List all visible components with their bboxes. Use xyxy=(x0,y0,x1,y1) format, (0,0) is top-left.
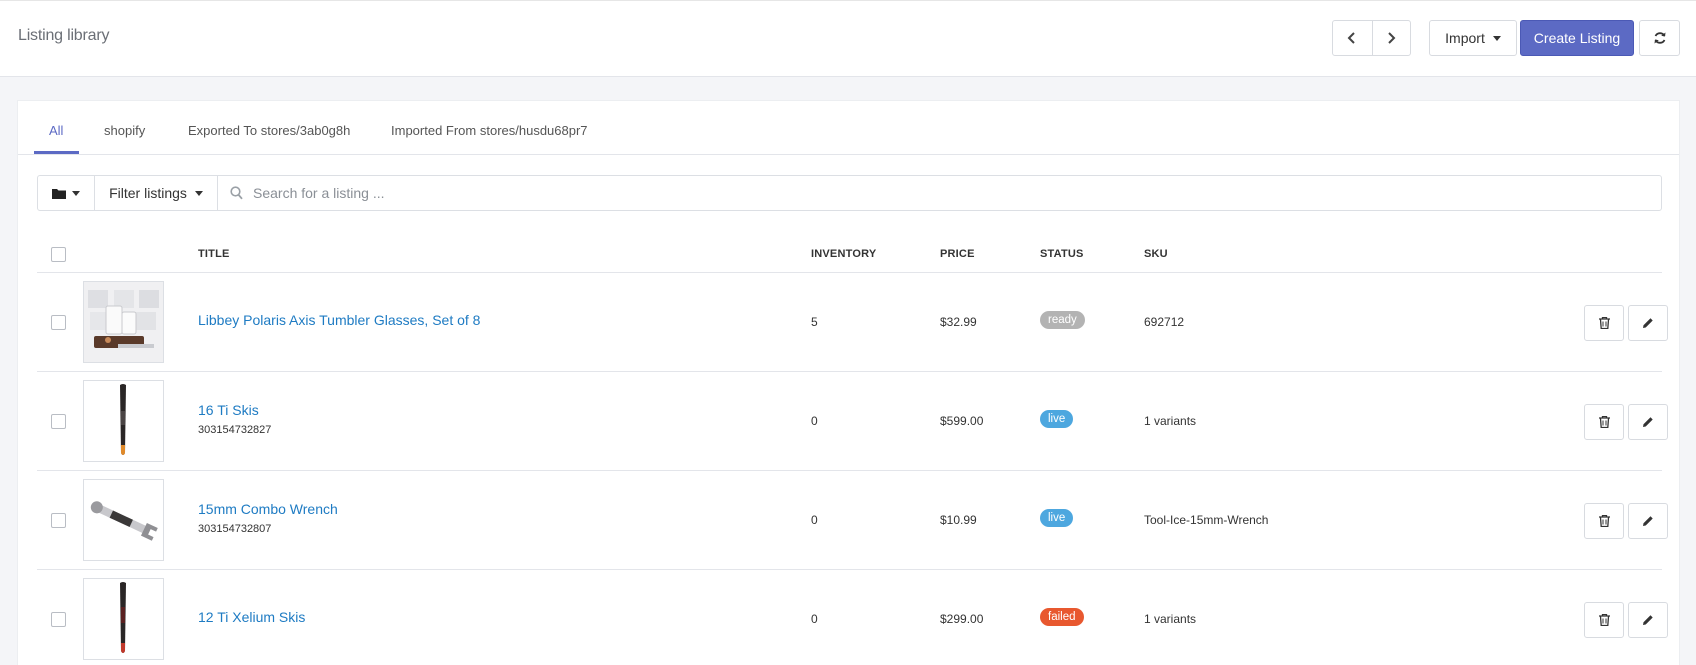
price-value: $32.99 xyxy=(940,315,977,329)
page-title: Listing library xyxy=(18,27,110,44)
row-checkbox[interactable] xyxy=(51,315,66,330)
search-icon xyxy=(230,186,243,200)
folder-icon xyxy=(52,188,66,199)
sku-value: Tool-Ice-15mm-Wrench xyxy=(1144,513,1269,527)
sku-value: 1 variants xyxy=(1144,414,1197,428)
status-badge: failed xyxy=(1040,608,1084,626)
prev-button[interactable] xyxy=(1333,21,1372,55)
column-price[interactable]: PRICE xyxy=(940,248,975,260)
listings-card: All shopify Exported To stores/3ab0g8h I… xyxy=(17,100,1680,665)
listing-id: 303154732807 xyxy=(198,523,272,535)
pencil-icon xyxy=(1643,516,1653,526)
tab-imported[interactable]: Imported From stores/husdu68pr7 xyxy=(391,123,588,138)
glasses-product-image xyxy=(84,282,163,362)
select-all-checkbox[interactable] xyxy=(51,247,66,262)
table-row: Libbey Polaris Axis Tumbler Glasses, Set… xyxy=(37,273,1668,372)
ski-product-image xyxy=(84,381,163,461)
refresh-button[interactable] xyxy=(1639,20,1680,56)
search-wrapper xyxy=(218,176,1661,210)
price-value: $599.00 xyxy=(940,414,984,428)
row-checkbox[interactable] xyxy=(51,513,66,528)
inventory-value: 0 xyxy=(811,612,818,626)
table-row: 16 Ti Skis 303154732827 0 $599.00 live 1… xyxy=(37,372,1668,471)
caret-down-icon xyxy=(194,190,203,196)
delete-button[interactable] xyxy=(1584,602,1624,638)
inventory-value: 0 xyxy=(811,414,818,428)
price-value: $10.99 xyxy=(940,513,977,527)
status-badge: live xyxy=(1040,410,1074,428)
tab-exported[interactable]: Exported To stores/3ab0g8h xyxy=(188,123,350,138)
table-row: 12 Ti Xelium Skis 0 $299.00 failed 1 var… xyxy=(37,570,1668,665)
folder-dropdown-button[interactable] xyxy=(38,176,95,210)
status-badge: ready xyxy=(1040,311,1085,329)
product-thumbnail[interactable] xyxy=(83,479,164,561)
pencil-icon xyxy=(1643,615,1653,625)
edit-button[interactable] xyxy=(1628,305,1668,341)
price-value: $299.00 xyxy=(940,612,984,626)
pencil-icon xyxy=(1643,318,1653,328)
pagination-nav xyxy=(1332,20,1411,56)
trash-icon xyxy=(1598,416,1610,428)
listing-title-link[interactable]: 16 Ti Skis xyxy=(198,402,259,418)
tab-shopify[interactable]: shopify xyxy=(104,123,145,138)
trash-icon xyxy=(1598,317,1610,329)
listing-title-link[interactable]: Libbey Polaris Axis Tumbler Glasses, Set… xyxy=(198,312,480,328)
product-thumbnail[interactable] xyxy=(83,380,164,462)
inventory-value: 5 xyxy=(811,315,818,329)
caret-down-icon xyxy=(72,190,80,196)
column-sku[interactable]: SKU xyxy=(1144,248,1168,260)
tabs-bar: All shopify Exported To stores/3ab0g8h I… xyxy=(18,101,1679,155)
delete-button[interactable] xyxy=(1584,404,1624,440)
column-status[interactable]: STATUS xyxy=(1040,248,1084,260)
product-thumbnail[interactable] xyxy=(83,281,164,363)
next-button[interactable] xyxy=(1371,21,1411,55)
create-listing-button[interactable]: Create Listing xyxy=(1520,20,1634,56)
listing-toolbar: Filter listings xyxy=(37,175,1662,211)
inventory-value: 0 xyxy=(811,513,818,527)
ski-product-image xyxy=(84,579,163,659)
listing-title-link[interactable]: 12 Ti Xelium Skis xyxy=(198,609,305,625)
active-tab-indicator xyxy=(34,151,79,154)
wrench-product-image xyxy=(84,480,163,560)
trash-icon xyxy=(1598,614,1610,626)
column-inventory[interactable]: INVENTORY xyxy=(811,248,876,260)
chevron-left-icon xyxy=(1347,32,1355,44)
filter-listings-button[interactable]: Filter listings xyxy=(95,176,218,210)
import-label: Import xyxy=(1445,30,1485,46)
listing-id: 303154732827 xyxy=(198,424,272,436)
row-checkbox[interactable] xyxy=(51,414,66,429)
sku-value: 692712 xyxy=(1144,315,1185,329)
listing-title-link[interactable]: 15mm Combo Wrench xyxy=(198,501,338,517)
table-header: TITLE INVENTORY PRICE STATUS SKU xyxy=(37,231,1662,273)
search-input[interactable] xyxy=(253,185,853,201)
edit-button[interactable] xyxy=(1628,404,1668,440)
delete-button[interactable] xyxy=(1584,503,1624,539)
refresh-icon xyxy=(1654,32,1665,44)
filter-label: Filter listings xyxy=(109,185,187,201)
table-row: 15mm Combo Wrench 303154732807 0 $10.99 … xyxy=(37,471,1668,570)
status-badge: live xyxy=(1040,509,1074,527)
column-title[interactable]: TITLE xyxy=(198,248,230,260)
pencil-icon xyxy=(1643,417,1653,427)
caret-down-icon xyxy=(1492,35,1501,41)
chevron-right-icon xyxy=(1388,32,1396,44)
tab-all[interactable]: All xyxy=(49,123,63,138)
sku-value: 1 variants xyxy=(1144,612,1197,626)
top-bar: Listing library Import Create Listing xyxy=(0,0,1696,77)
import-button[interactable]: Import xyxy=(1429,20,1517,56)
edit-button[interactable] xyxy=(1628,503,1668,539)
trash-icon xyxy=(1598,515,1610,527)
product-thumbnail[interactable] xyxy=(83,578,164,660)
row-checkbox[interactable] xyxy=(51,612,66,627)
edit-button[interactable] xyxy=(1628,602,1668,638)
delete-button[interactable] xyxy=(1584,305,1624,341)
